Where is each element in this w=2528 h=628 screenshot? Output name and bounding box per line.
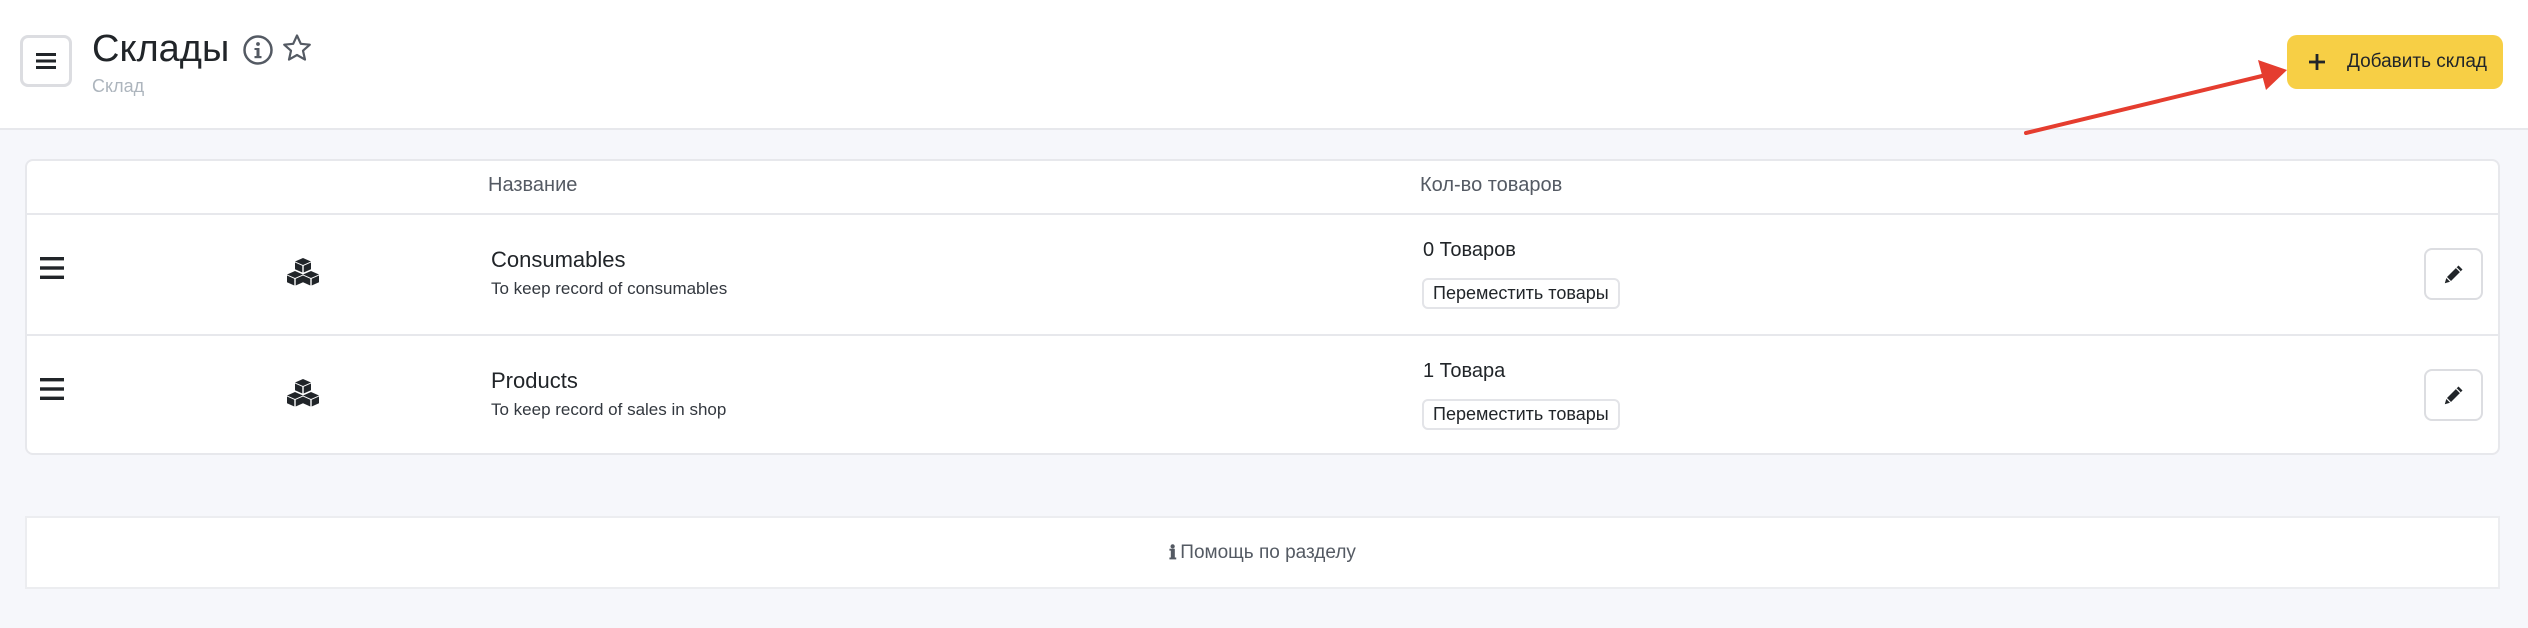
drag-handle-icon[interactable] xyxy=(40,257,64,279)
boxes-icon xyxy=(287,379,319,407)
pencil-icon xyxy=(2444,265,2462,284)
warehouses-table: Название Кол-во товаров Consumables To k… xyxy=(25,159,2500,455)
warehouse-name[interactable]: Consumables xyxy=(491,247,626,273)
drag-handle-icon[interactable] xyxy=(40,378,64,400)
info-icon: ℹ xyxy=(1169,541,1177,564)
breadcrumb[interactable]: Склад xyxy=(92,76,144,97)
edit-button[interactable] xyxy=(2424,248,2483,300)
pencil-icon xyxy=(2444,386,2462,405)
page-header: Склады Склад Добавить склад xyxy=(0,0,2528,130)
star-icon[interactable] xyxy=(282,33,312,63)
plus-icon xyxy=(2309,54,2325,70)
add-warehouse-label: Добавить склад xyxy=(2347,51,2488,72)
column-header-count[interactable]: Кол-во товаров xyxy=(1420,174,1562,197)
boxes-icon xyxy=(287,258,319,286)
product-count: 1 Товара xyxy=(1423,360,1506,382)
section-help-label: Помощь по разделу xyxy=(1180,541,1356,563)
warehouse-description: To keep record of sales in shop xyxy=(491,400,727,419)
product-count: 0 Товаров xyxy=(1423,239,1516,261)
section-help-link[interactable]: ℹ Помощь по разделу xyxy=(25,516,2500,589)
column-header-name[interactable]: Название xyxy=(488,174,577,197)
edit-button[interactable] xyxy=(2424,369,2483,421)
move-products-button[interactable]: Переместить товары xyxy=(1422,399,1620,430)
row-divider xyxy=(27,334,2498,336)
menu-toggle-button[interactable] xyxy=(20,35,72,87)
info-circle-icon[interactable] xyxy=(242,34,274,66)
warehouse-name[interactable]: Products xyxy=(491,368,578,394)
page-title: Склады xyxy=(92,28,230,70)
header-divider xyxy=(27,213,2498,215)
add-warehouse-button[interactable]: Добавить склад xyxy=(2287,35,2503,89)
move-products-button[interactable]: Переместить товары xyxy=(1422,278,1620,309)
hamburger-icon xyxy=(36,53,56,69)
warehouse-description: To keep record of consumables xyxy=(491,279,728,298)
